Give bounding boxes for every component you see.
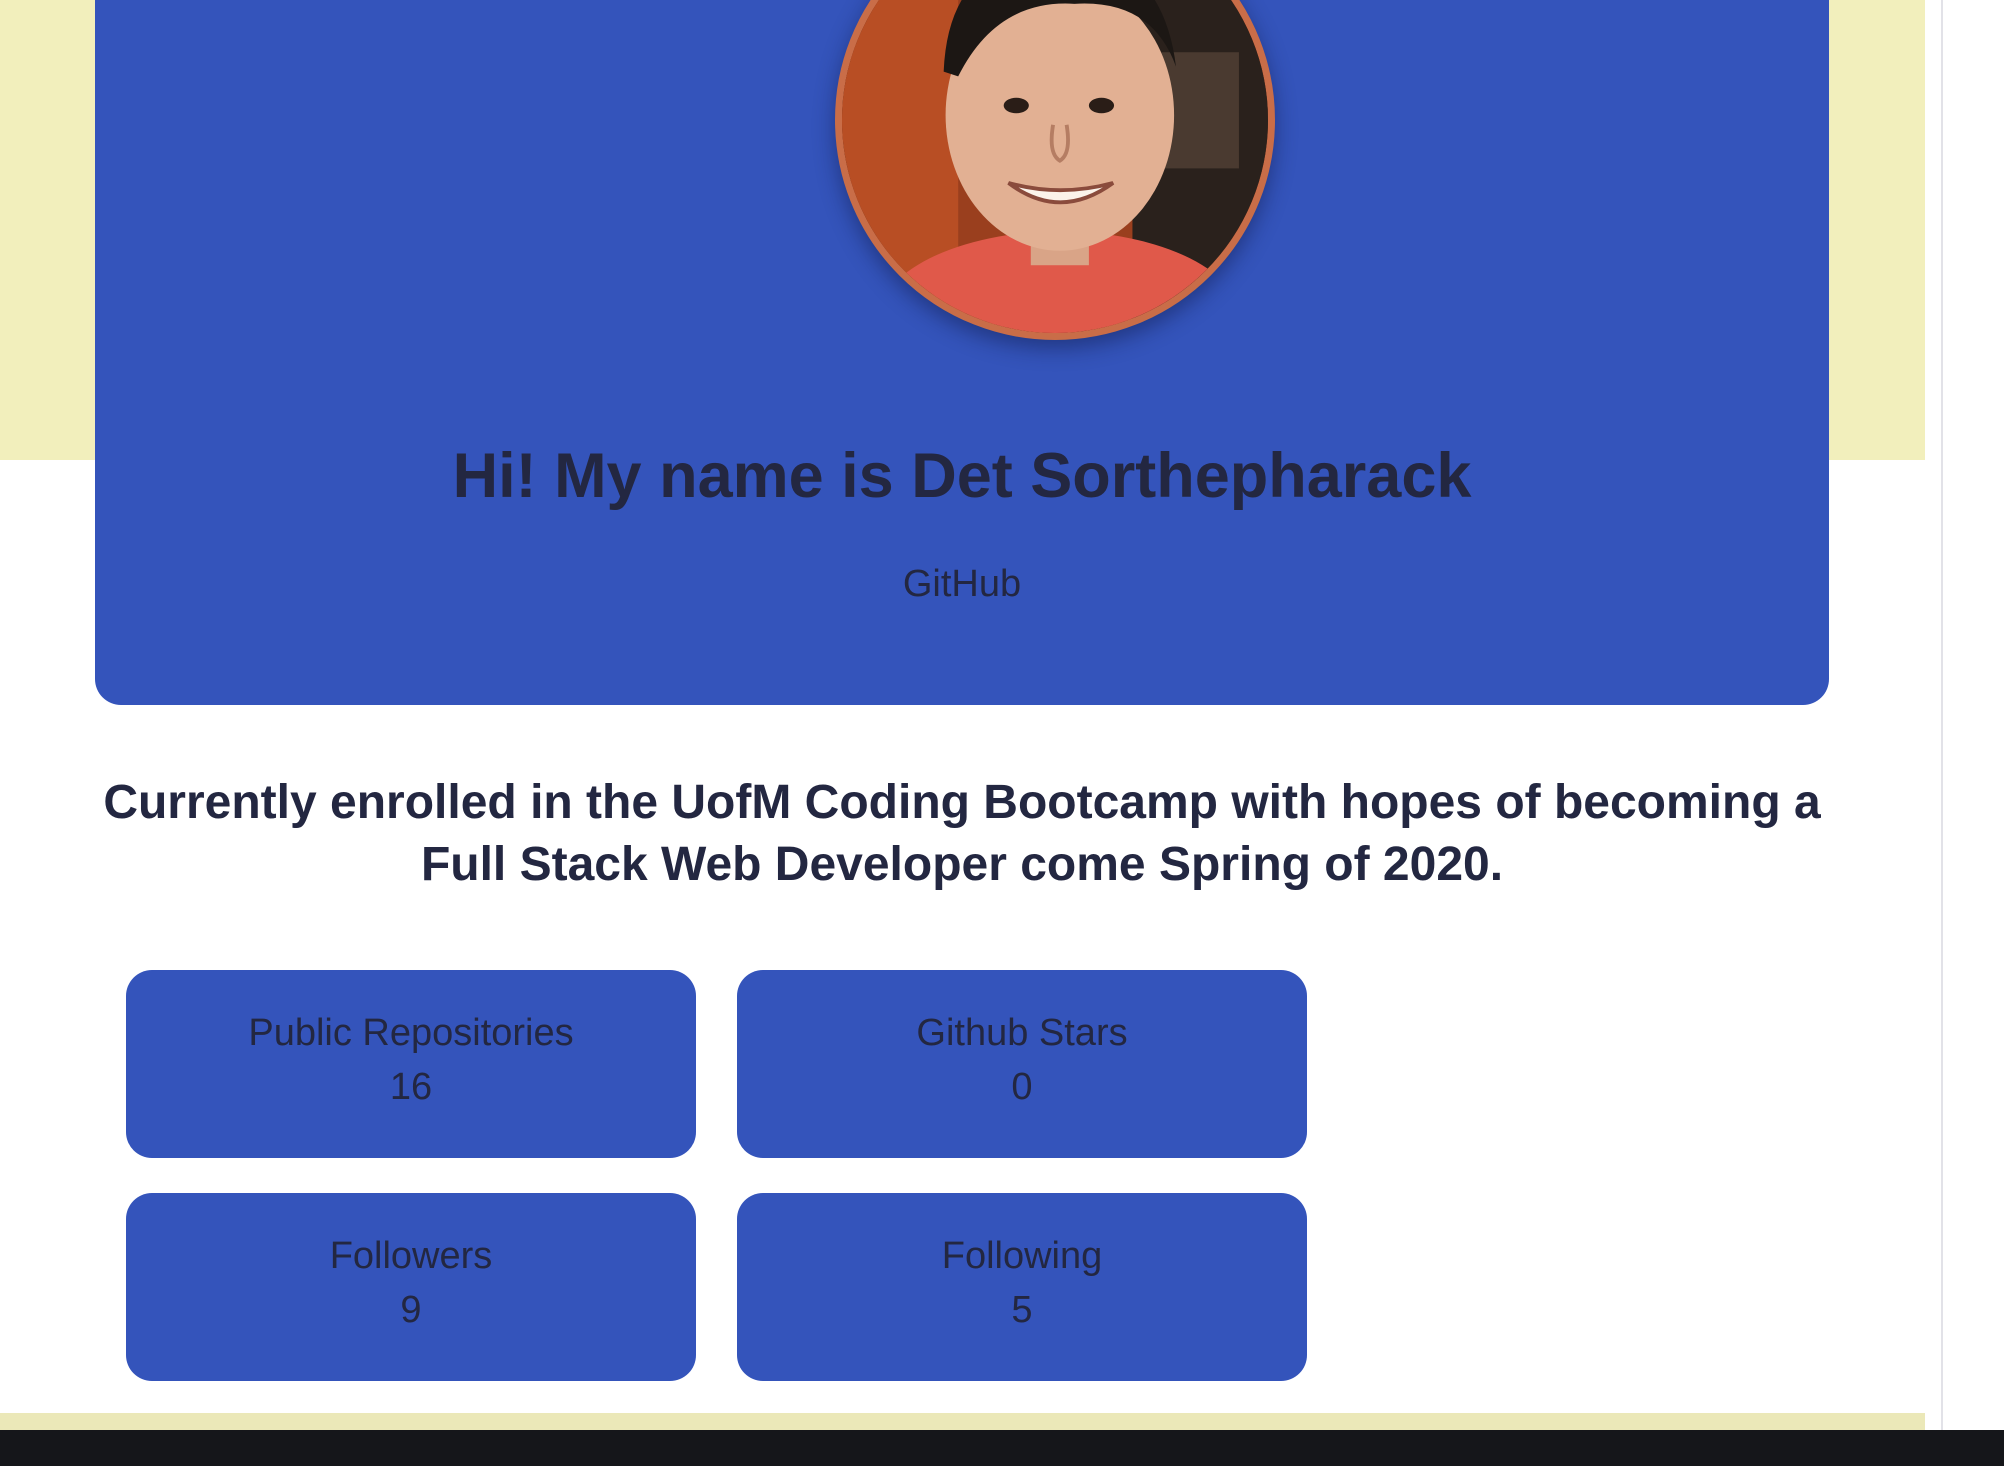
window-edge-divider — [1941, 0, 1943, 1430]
stat-card-github-stars: Github Stars 0 — [737, 970, 1307, 1158]
avatar-photo — [842, 0, 1268, 333]
stat-value: 9 — [400, 1289, 422, 1331]
page-title: Hi! My name is Det Sorthepharack — [452, 441, 1472, 511]
stat-card-public-repositories: Public Repositories 16 — [126, 970, 696, 1158]
stat-label: Following — [941, 1235, 1103, 1277]
stat-label: Followers — [329, 1235, 493, 1277]
stat-value: 16 — [389, 1066, 433, 1108]
desktop-background-strip — [0, 1430, 2004, 1466]
stat-card-following: Following 5 — [737, 1193, 1307, 1381]
stat-label: Github Stars — [916, 1012, 1128, 1054]
profile-header-card: Hi! My name is Det Sorthepharack GitHub — [95, 0, 1829, 705]
stat-label: Public Repositories — [248, 1012, 574, 1054]
github-link[interactable]: GitHub — [95, 563, 1829, 606]
profile-page: Hi! My name is Det Sorthepharack GitHub … — [0, 0, 1925, 1430]
window-scroll-gutter — [1925, 0, 2004, 1430]
stat-value: 5 — [1011, 1289, 1033, 1331]
bottom-background-band — [0, 1413, 1925, 1430]
stat-value: 0 — [1011, 1066, 1033, 1108]
stat-card-followers: Followers 9 — [126, 1193, 696, 1381]
avatar — [835, 0, 1275, 340]
bio-text: Currently enrolled in the UofM Coding Bo… — [103, 776, 1821, 891]
